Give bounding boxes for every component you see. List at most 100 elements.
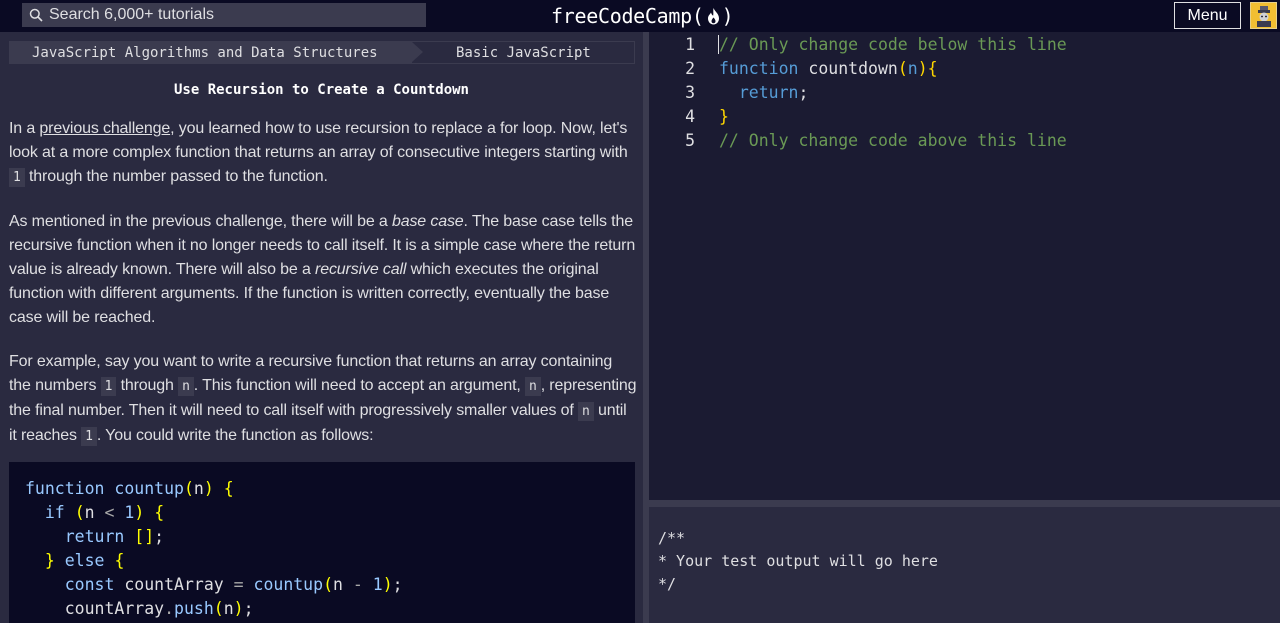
search-bar[interactable]	[22, 3, 426, 27]
token: function	[25, 479, 105, 498]
token: )	[134, 503, 145, 522]
previous-challenge-link[interactable]: previous challenge	[39, 120, 170, 137]
logo-close: )	[721, 4, 734, 28]
editor-comment[interactable]: // Only change code below this line	[719, 35, 1067, 54]
token: (	[323, 575, 333, 594]
editor-output-resizer[interactable]	[649, 500, 1280, 507]
avatar-icon[interactable]	[1250, 2, 1277, 29]
line-number: 5	[685, 130, 695, 150]
description-paragraph: For example, say you want to write a rec…	[9, 350, 637, 449]
editor-line[interactable]: 4 }	[649, 104, 729, 128]
editor-line[interactable]: 5 // Only change code above this line	[649, 128, 1067, 152]
inline-code: 1	[100, 377, 117, 396]
token: {	[223, 479, 234, 498]
token: return	[719, 82, 799, 102]
breadcrumb-block[interactable]: Basic JavaScript	[412, 42, 634, 63]
test-output-text: /** * Your test output will go here */	[658, 529, 938, 593]
inline-code: n	[578, 402, 594, 421]
code-editor[interactable]: 1 // Only change code below this line 2 …	[649, 32, 1280, 500]
token: {	[114, 551, 125, 570]
token: )	[233, 599, 244, 618]
token: countdown	[798, 58, 898, 78]
token: n	[193, 479, 204, 498]
menu-button[interactable]: Menu	[1174, 2, 1241, 29]
token: countup	[253, 575, 324, 594]
token: (	[74, 503, 85, 522]
search-input[interactable]	[49, 6, 409, 24]
flame-icon	[705, 6, 722, 26]
description-paragraph: As mentioned in the previous challenge, …	[9, 210, 637, 330]
editor-line[interactable]: 3 return;	[649, 80, 808, 104]
token: n	[84, 503, 95, 522]
editor-line[interactable]: 2 function countdown(n){	[649, 56, 938, 80]
example-code: function countup(n) { if (n < 1) { retur…	[25, 477, 635, 621]
token: -	[342, 575, 373, 594]
token: .	[164, 599, 175, 618]
text: As mentioned in the previous challenge, …	[9, 213, 392, 230]
challenge-description: In a previous challenge, you learned how…	[9, 117, 637, 469]
token: []	[134, 527, 155, 546]
text: through the number passed to the functio…	[24, 168, 328, 185]
token: =	[233, 575, 244, 594]
token: )	[917, 58, 928, 78]
editor-code[interactable]: function countdown(n){	[719, 59, 938, 78]
token: countup	[114, 479, 184, 498]
fcc-logo[interactable]: freeCodeCamp( )	[551, 2, 734, 30]
text: . This function will need to accept an a…	[193, 377, 525, 394]
instructions-pane: JavaScript Algorithms and Data Structure…	[0, 32, 643, 623]
inline-code: n	[178, 377, 194, 396]
token: {	[927, 58, 938, 78]
token: n	[907, 58, 918, 78]
emphasis: recursive call	[315, 261, 407, 278]
token: (	[183, 479, 194, 498]
text: In a	[9, 120, 40, 137]
token: ;	[243, 599, 254, 618]
token: <	[94, 503, 125, 522]
token: else	[64, 551, 105, 570]
token: ;	[392, 575, 403, 594]
token: (	[897, 58, 908, 78]
token: {	[154, 503, 165, 522]
token: 1	[124, 503, 135, 522]
token: push	[174, 599, 214, 618]
breadcrumb: JavaScript Algorithms and Data Structure…	[9, 41, 635, 64]
line-number: 2	[685, 58, 695, 78]
token: function	[719, 58, 799, 78]
line-number: 3	[685, 82, 695, 102]
token: }	[44, 551, 55, 570]
top-nav: freeCodeCamp( ) Menu	[0, 0, 1280, 32]
token: if	[44, 503, 65, 522]
line-number: 4	[685, 106, 695, 126]
token: ;	[154, 527, 165, 546]
token: )	[203, 479, 214, 498]
test-output-panel: /** * Your test output will go here */	[649, 507, 1280, 623]
breadcrumb-superblock[interactable]: JavaScript Algorithms and Data Structure…	[10, 42, 423, 63]
editor-code[interactable]: }	[719, 107, 729, 126]
text: . You could write the function as follow…	[96, 427, 374, 444]
inline-code: 1	[9, 168, 25, 187]
line-number: 1	[685, 34, 695, 54]
token: )	[382, 575, 393, 594]
editor-comment[interactable]: // Only change code above this line	[719, 131, 1067, 150]
editor-line[interactable]: 1 // Only change code below this line	[649, 32, 1067, 56]
logo-text: freeCodeCamp(	[551, 4, 704, 28]
emphasis: base case	[391, 213, 464, 230]
token: n	[223, 599, 234, 618]
text: through	[116, 377, 179, 394]
token: return	[64, 527, 125, 546]
editor-code[interactable]: return;	[719, 82, 809, 102]
token: countArray	[114, 575, 234, 594]
inline-code: n	[525, 377, 541, 396]
token: const	[64, 575, 115, 594]
token: (	[213, 599, 224, 618]
